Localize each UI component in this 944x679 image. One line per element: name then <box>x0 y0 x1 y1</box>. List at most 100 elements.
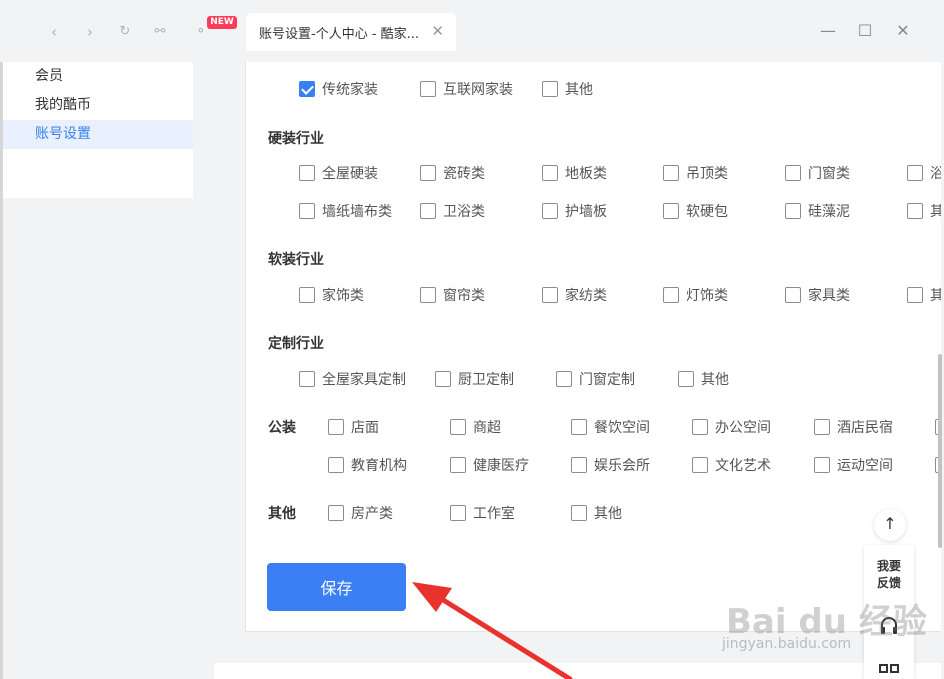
checkbox-item[interactable]: 硅藻泥 <box>785 201 850 221</box>
checkbox-item[interactable]: 门窗类 <box>785 163 850 183</box>
checkbox-item[interactable]: 其他 <box>571 503 622 523</box>
checkbox-item[interactable]: 瓷砖类 <box>420 163 485 183</box>
back-to-top-icon[interactable]: ↑ <box>874 509 906 541</box>
minimize-icon[interactable]: — <box>818 21 838 40</box>
checkbox-item[interactable]: 护墙板 <box>542 201 607 221</box>
checkbox-box[interactable] <box>907 203 923 219</box>
checkbox-box[interactable] <box>785 203 801 219</box>
checkbox-item[interactable]: 家纺类 <box>542 285 607 305</box>
checkbox-item[interactable]: 教育机构 <box>328 455 407 475</box>
checkbox-box[interactable] <box>299 287 315 303</box>
settings-panel: 传统家装 互联网家装 其他 硬装行业 全屋硬装 瓷砖类 地板类 吊顶类 门窗类 … <box>245 62 941 632</box>
checkbox-item[interactable]: 门窗定制 <box>556 369 635 389</box>
checkbox-item[interactable]: 墙纸墙布类 <box>299 201 392 221</box>
checkbox-item[interactable]: 其 <box>907 201 941 221</box>
checkbox-box[interactable] <box>663 165 679 181</box>
checkbox-item[interactable]: 家具类 <box>785 285 850 305</box>
checkbox-item[interactable]: 吊顶类 <box>663 163 728 183</box>
checkbox-item[interactable]: 房产类 <box>328 503 393 523</box>
checkbox-label: 传统家装 <box>322 82 378 98</box>
checkbox-item[interactable]: 家饰类 <box>299 285 364 305</box>
save-button[interactable]: 保存 <box>267 563 406 611</box>
checkbox-box[interactable] <box>692 419 708 435</box>
checkbox-item[interactable]: 店面 <box>328 417 379 437</box>
checkbox-box[interactable] <box>328 505 344 521</box>
checkbox-box[interactable] <box>299 371 315 387</box>
active-tab[interactable]: 账号设置-个人中心 - 酷家... ✕ <box>246 13 456 51</box>
checkbox-box[interactable] <box>814 419 830 435</box>
checkbox-item[interactable]: 卫浴类 <box>420 201 485 221</box>
checkbox-item[interactable]: 商超 <box>450 417 501 437</box>
checkbox-box[interactable] <box>542 165 558 181</box>
checkbox-box[interactable] <box>420 81 436 97</box>
section-title-hard: 硬装行业 <box>268 131 324 147</box>
feedback-panel[interactable]: 我要 反馈 <box>864 545 914 679</box>
checkbox-box[interactable] <box>571 505 587 521</box>
checkbox-box[interactable] <box>299 165 315 181</box>
checkbox-item[interactable]: 地板类 <box>542 163 607 183</box>
checkbox-item[interactable]: 运动空间 <box>814 455 893 475</box>
checkbox-box[interactable] <box>571 419 587 435</box>
checkbox-label: 互联网家装 <box>443 82 513 98</box>
checkbox-box[interactable] <box>571 457 587 473</box>
checkbox-box[interactable] <box>299 203 315 219</box>
checkbox-box[interactable] <box>435 371 451 387</box>
checkbox-item[interactable]: 酒店民宿 <box>814 417 893 437</box>
checkbox-item[interactable]: 其 <box>907 285 941 305</box>
checkbox-item[interactable]: 健康医疗 <box>450 455 529 475</box>
checkbox-item[interactable]: 全屋家具定制 <box>299 369 406 389</box>
sidebar-item-coins[interactable]: 我的酷币 <box>3 91 193 120</box>
sidebar-item-member[interactable]: 会员 <box>3 62 193 91</box>
checkbox-item[interactable]: 其他 <box>678 369 729 389</box>
checkbox-item[interactable]: 全屋硬装 <box>299 163 378 183</box>
headset-icon[interactable] <box>878 615 900 637</box>
checkbox-box[interactable] <box>450 457 466 473</box>
checkbox-item[interactable]: 浴 <box>907 163 941 183</box>
checkbox-box[interactable] <box>907 287 923 303</box>
scrollbar[interactable] <box>938 354 942 548</box>
checkbox-box[interactable] <box>299 81 315 97</box>
checkbox-box[interactable] <box>450 505 466 521</box>
checkbox-box[interactable] <box>678 371 694 387</box>
checkbox-box[interactable] <box>692 457 708 473</box>
checkbox-other-top[interactable]: 其他 <box>542 79 593 99</box>
checkbox-box[interactable] <box>785 287 801 303</box>
checkbox-item[interactable]: 办公空间 <box>692 417 771 437</box>
checkbox-box[interactable] <box>328 457 344 473</box>
close-window-icon[interactable]: ✕ <box>893 21 913 40</box>
checkbox-box[interactable] <box>785 165 801 181</box>
checkbox-item[interactable]: 文化艺术 <box>692 455 771 475</box>
maximize-icon[interactable]: ☐ <box>855 21 875 40</box>
forward-icon[interactable]: › <box>80 22 100 42</box>
checkbox-box[interactable] <box>328 419 344 435</box>
qrcode-icon[interactable] <box>878 663 900 679</box>
checkbox-box[interactable] <box>542 81 558 97</box>
checkbox-box[interactable] <box>556 371 572 387</box>
checkbox-box[interactable] <box>450 419 466 435</box>
checkbox-item[interactable]: 软硬包 <box>663 201 728 221</box>
checkbox-box[interactable] <box>420 287 436 303</box>
sidebar-item-account-settings[interactable]: 账号设置 <box>3 120 193 149</box>
checkbox-box[interactable] <box>542 203 558 219</box>
checkbox-box[interactable] <box>907 165 923 181</box>
tab-close-icon[interactable]: ✕ <box>431 22 444 40</box>
checkbox-box[interactable] <box>420 203 436 219</box>
checkbox-internet[interactable]: 互联网家装 <box>420 79 513 99</box>
link-icon[interactable]: ⚯ <box>150 22 170 42</box>
back-icon[interactable]: ‹ <box>44 22 64 42</box>
checkbox-item[interactable]: 娱乐会所 <box>571 455 650 475</box>
checkbox-box[interactable] <box>542 287 558 303</box>
checkbox-box[interactable] <box>663 287 679 303</box>
checkbox-item[interactable]: 窗帘类 <box>420 285 485 305</box>
checkbox-item[interactable]: 厨卫定制 <box>435 369 514 389</box>
checkbox-item[interactable]: 灯饰类 <box>663 285 728 305</box>
checkbox-traditional[interactable]: 传统家装 <box>299 79 378 99</box>
checkbox-box[interactable] <box>814 457 830 473</box>
checkbox-item[interactable]: 餐饮空间 <box>571 417 650 437</box>
checkbox-box[interactable] <box>420 165 436 181</box>
checkbox-item[interactable]: 工作室 <box>450 503 515 523</box>
refresh-icon[interactable]: ↻ <box>115 22 135 42</box>
checkbox-label: 灯饰类 <box>686 288 728 304</box>
feedback-button[interactable]: 我要 反馈 <box>864 558 914 592</box>
checkbox-box[interactable] <box>663 203 679 219</box>
